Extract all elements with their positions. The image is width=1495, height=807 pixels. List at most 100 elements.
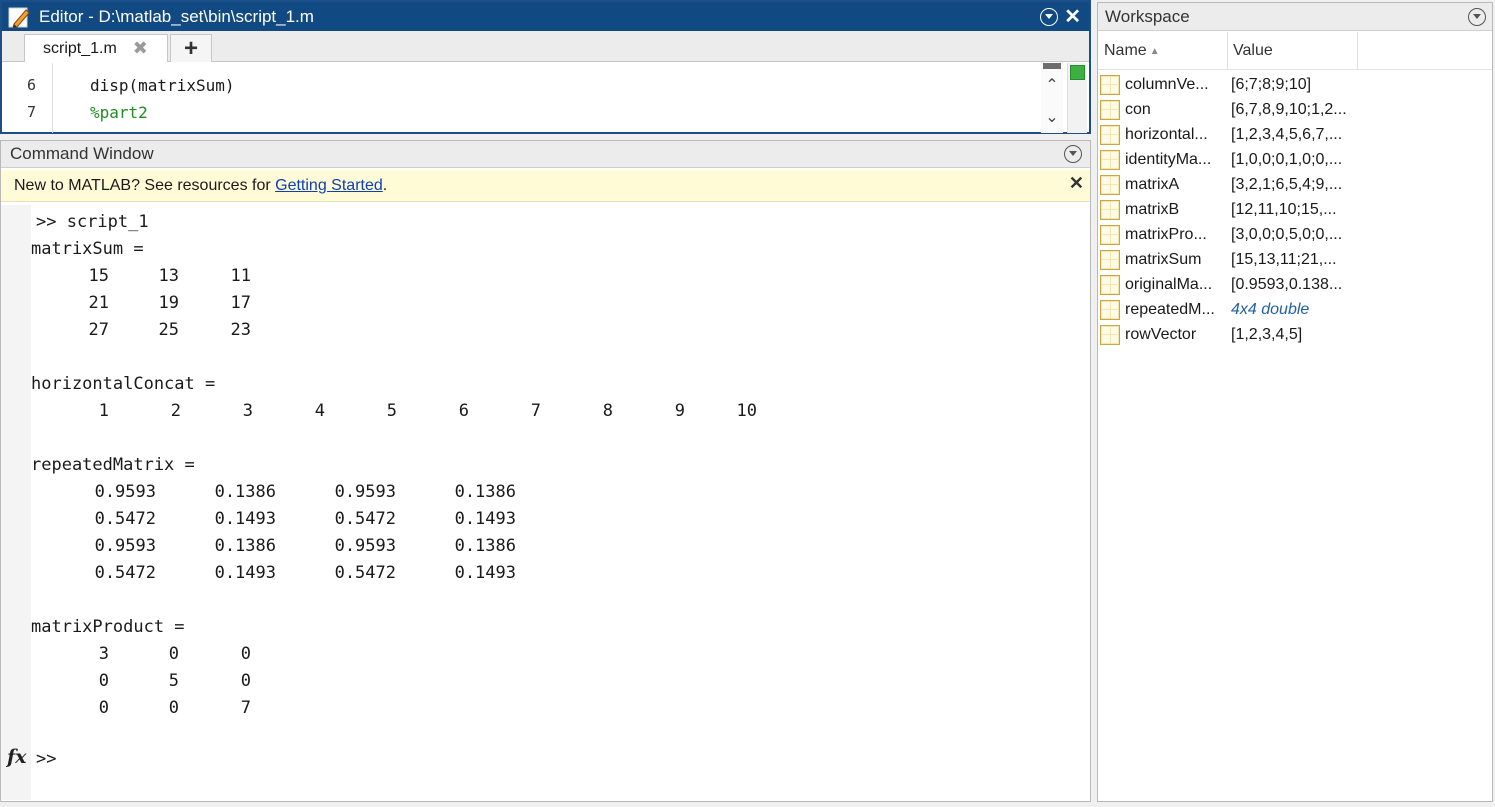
matrix-cell: 13	[158, 266, 179, 286]
workspace-row[interactable]: matrixB [12,11,10;15,...	[1098, 197, 1492, 222]
console-command: >> script_1	[36, 212, 149, 232]
matrix-grid-icon	[1100, 274, 1120, 295]
close-icon[interactable]: ✕	[1064, 7, 1081, 27]
variable-name: identityMa...	[1125, 150, 1212, 168]
workspace-titlebar[interactable]: Workspace	[1098, 3, 1492, 31]
variable-value: [3,2,1;6,5,4;9,...	[1231, 175, 1343, 193]
scroll-up-icon[interactable]: ⌃	[1041, 75, 1063, 95]
line-number: 7	[26, 103, 36, 121]
workspace-row[interactable]: con [6,7,8,9,10;1,2...	[1098, 97, 1492, 122]
matrix-cell: 0.1493	[454, 509, 516, 529]
chevron-down-circle-icon[interactable]	[1040, 7, 1059, 26]
tab-script-1[interactable]: script_1.m ✖	[24, 34, 168, 62]
matrix-grid-icon	[1100, 74, 1120, 95]
workspace-row[interactable]: matrixSum [15,13,11;21,...	[1098, 247, 1492, 272]
close-icon[interactable]: ✕	[1069, 174, 1084, 192]
matrix-cell: 21	[88, 293, 109, 313]
variable-name: matrixPro...	[1125, 225, 1207, 243]
variable-value: [1,2,3,4,5,6,7,...	[1231, 125, 1343, 143]
editor-tabstrip: script_1.m ✖ +	[2, 31, 1089, 62]
chevron-down-circle-icon[interactable]	[1468, 7, 1486, 26]
matrix-grid-icon	[1100, 249, 1120, 270]
variable-value: [3,0,0;0,5,0;0,...	[1231, 225, 1343, 243]
tab-close-icon[interactable]: ✖	[133, 38, 148, 59]
scroll-thumb[interactable]	[1043, 63, 1061, 69]
matrix-cell: 0.9593	[94, 482, 156, 502]
matrix-cell: 17	[230, 293, 251, 313]
matrix-cell: 11	[230, 266, 251, 286]
variable-name: rowVector	[1125, 325, 1197, 343]
scroll-down-icon[interactable]: ⌄	[1041, 107, 1063, 127]
matrix-cell: 15	[88, 266, 109, 286]
command-window-titlebar[interactable]: Command Window	[1, 141, 1090, 168]
matrix-cell: 23	[230, 320, 251, 340]
workspace-row[interactable]: columnVe... [6;7;8;9;10]	[1098, 72, 1492, 97]
code-line[interactable]: 7 %part2	[2, 99, 148, 125]
variable-name: columnVe...	[1125, 75, 1209, 93]
matrix-cell: 6	[458, 401, 469, 421]
matrix-cell: 0.9593	[334, 536, 396, 556]
matrix-cell: 0.5472	[94, 509, 156, 529]
matrix-cell: 9	[674, 401, 685, 421]
workspace-row[interactable]: identityMa... [1,0,0;0,1,0;0,...	[1098, 147, 1492, 172]
console-output[interactable]: >> script_1 matrixSum = 15 13 11 21 19 1…	[31, 205, 1086, 795]
code-comment: %part2	[90, 102, 148, 122]
output-var-name: horizontalConcat =	[31, 374, 216, 394]
variable-value: [0.9593,0.138...	[1231, 275, 1343, 293]
code-area[interactable]: 6 disp(matrixSum) 7 %part2	[2, 63, 1042, 133]
variable-name: matrixB	[1125, 200, 1180, 218]
editor-title: Editor - D:\matlab_set\bin\script_1.m	[39, 6, 314, 26]
output-var-name: matrixProduct =	[31, 617, 185, 637]
matrix-cell: 0	[98, 698, 109, 718]
workspace-row[interactable]: matrixA [3,2,1;6,5,4;9,...	[1098, 172, 1492, 197]
matrix-cell: 0.9593	[94, 536, 156, 556]
line-number: 6	[26, 76, 36, 94]
matrix-cell: 7	[240, 698, 251, 718]
matrix-cell: 0.1386	[454, 482, 516, 502]
code-analyzer-status-icon[interactable]	[1070, 65, 1085, 80]
fx-gutter	[1, 205, 31, 800]
matrix-cell: 0.1386	[454, 536, 516, 556]
getting-started-link[interactable]: Getting Started	[275, 177, 383, 194]
banner-text: New to MATLAB? See resources for Getting…	[14, 176, 388, 194]
column-divider[interactable]	[1227, 32, 1228, 70]
editor-titlebar[interactable]: Editor - D:\matlab_set\bin\script_1.m ✕	[2, 2, 1089, 31]
editor-panel: Editor - D:\matlab_set\bin\script_1.m ✕ …	[0, 0, 1091, 134]
code-line[interactable]: 6 disp(matrixSum)	[2, 72, 235, 98]
workspace-row[interactable]: originalMa... [0.9593,0.138...	[1098, 272, 1492, 297]
column-header-value[interactable]: Value	[1233, 32, 1359, 70]
matrix-cell: 3	[242, 401, 253, 421]
variable-name: horizontal...	[1125, 125, 1208, 143]
workspace-variable-list: columnVe... [6;7;8;9;10] con [6,7,8,9,10…	[1098, 72, 1492, 347]
matrix-cell: 0.1493	[214, 509, 276, 529]
matrix-cell: 19	[158, 293, 179, 313]
matrix-cell: 0.9593	[334, 482, 396, 502]
column-header-name[interactable]: Name ▲	[1104, 32, 1228, 70]
variable-value: [12,11,10;15,...	[1231, 200, 1337, 218]
variable-name: con	[1125, 100, 1151, 118]
variable-name: repeatedM...	[1125, 300, 1215, 318]
variable-value: [1,2,3,4,5]	[1231, 325, 1303, 343]
editor-scrollbar[interactable]: ⌃ ⌄	[1041, 63, 1063, 133]
variable-name: originalMa...	[1125, 275, 1213, 293]
workspace-row[interactable]: horizontal... [1,2,3,4,5,6,7,...	[1098, 122, 1492, 147]
matrix-grid-icon	[1100, 224, 1120, 245]
workspace-row[interactable]: matrixPro... [3,0,0;0,5,0;0,...	[1098, 222, 1492, 247]
matrix-grid-icon	[1100, 124, 1120, 145]
workspace-title: Workspace	[1105, 6, 1190, 26]
variable-value: [1,0,0;0,1,0;0,...	[1231, 150, 1343, 168]
tab-label: script_1.m	[43, 39, 117, 57]
workspace-row[interactable]: rowVector [1,2,3,4,5]	[1098, 322, 1492, 347]
matrix-cell: 0	[240, 671, 251, 691]
matrix-cell: 0.1493	[454, 563, 516, 583]
column-divider[interactable]	[1357, 32, 1358, 70]
command-prompt[interactable]: >>	[36, 749, 56, 769]
add-tab-button[interactable]: +	[170, 34, 212, 62]
workspace-row[interactable]: repeatedM... 4x4 double	[1098, 297, 1492, 322]
chevron-down-circle-icon[interactable]	[1064, 145, 1082, 163]
matrix-cell: 0.5472	[334, 563, 396, 583]
matrix-cell: 0	[240, 644, 251, 664]
matrix-cell: 8	[602, 401, 613, 421]
function-browser-icon[interactable]: fx	[7, 746, 27, 768]
output-var-name: repeatedMatrix =	[31, 455, 195, 475]
